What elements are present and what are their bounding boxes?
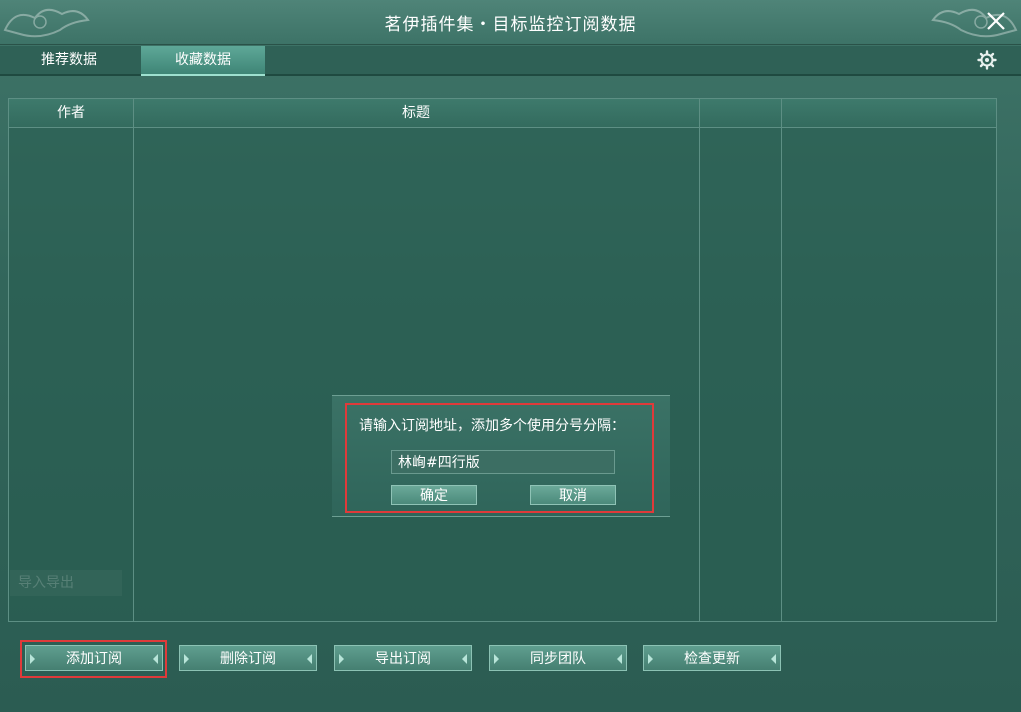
subscription-table: 作者 标题 bbox=[8, 98, 997, 622]
table-header: 作者 标题 bbox=[9, 99, 996, 128]
column-header-author[interactable]: 作者 bbox=[9, 99, 133, 127]
tab-recommended[interactable]: 推荐数据 bbox=[0, 46, 138, 74]
tab-favorites[interactable]: 收藏数据 bbox=[141, 46, 265, 76]
confirm-button[interactable]: 确定 bbox=[391, 485, 477, 505]
cancel-button[interactable]: 取消 bbox=[530, 485, 616, 505]
column-divider bbox=[781, 99, 782, 621]
add-subscription-button[interactable]: 添加订阅 bbox=[25, 645, 163, 671]
column-header-3[interactable] bbox=[699, 99, 781, 127]
column-header-4[interactable] bbox=[781, 99, 996, 127]
sync-team-button[interactable]: 同步团队 bbox=[489, 645, 627, 671]
background-import-export-label: 导入导出 bbox=[10, 570, 122, 596]
column-header-title[interactable]: 标题 bbox=[133, 99, 699, 127]
title-bar: 茗伊插件集・目标监控订阅数据 bbox=[0, 0, 1021, 45]
column-divider bbox=[699, 99, 700, 621]
gear-icon[interactable] bbox=[977, 50, 997, 70]
check-update-button[interactable]: 检查更新 bbox=[643, 645, 781, 671]
delete-subscription-button[interactable]: 删除订阅 bbox=[179, 645, 317, 671]
subscription-url-input[interactable] bbox=[391, 450, 615, 474]
tab-bar: 推荐数据 收藏数据 bbox=[0, 46, 1021, 76]
dialog-prompt: 请输入订阅地址，添加多个使用分号分隔： bbox=[359, 418, 625, 434]
column-divider bbox=[133, 99, 134, 621]
close-icon[interactable] bbox=[983, 8, 1009, 34]
window-title: 茗伊插件集・目标监控订阅数据 bbox=[384, 15, 637, 35]
export-subscription-button[interactable]: 导出订阅 bbox=[334, 645, 472, 671]
